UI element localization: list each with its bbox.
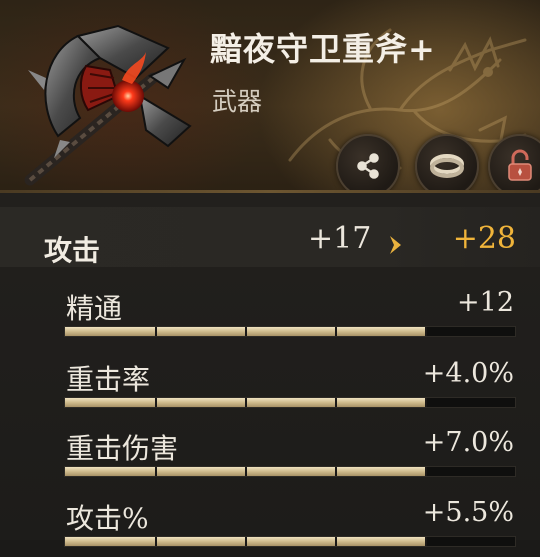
substat-row: 重击伤害 +7.0% xyxy=(62,427,518,487)
main-stat-row: 攻击 +17 +28 xyxy=(0,207,540,267)
attack-current-value: +17 xyxy=(308,221,372,256)
substat-value: +7.0% xyxy=(422,427,514,458)
substat-bar xyxy=(64,536,516,547)
bar-segment-divider xyxy=(245,327,247,336)
substat-value: +4.0% xyxy=(422,358,514,389)
substat-label: 精通 xyxy=(66,292,123,325)
item-header: 黯夜守卫重斧+ 武器 xyxy=(0,0,540,193)
bar-segment-divider xyxy=(155,467,157,476)
bar-segment-divider xyxy=(335,537,337,546)
bar-segment-divider xyxy=(425,398,427,407)
ring-icon xyxy=(430,154,464,178)
substat-row: 精通 +12 xyxy=(62,287,518,347)
substat-bar xyxy=(64,466,516,477)
item-name: 黯夜守卫重斧+ xyxy=(210,30,436,68)
bar-segment-divider xyxy=(425,327,427,336)
substat-bar xyxy=(64,397,516,408)
substat-value: +12 xyxy=(457,287,514,318)
lock-icon xyxy=(508,149,532,181)
substat-label: 攻击% xyxy=(66,502,149,535)
substat-row: 重击率 +4.0% xyxy=(62,358,518,418)
stats-panel: 攻击 +17 +28 精通 +12 重击率 +4.0% 重击伤害 +7.0% 攻… xyxy=(0,193,540,547)
bar-segment-divider xyxy=(425,467,427,476)
bar-segment-divider xyxy=(155,537,157,546)
arrow-right-icon xyxy=(390,236,401,254)
battle-axe-icon xyxy=(24,24,192,186)
substat-row: 攻击% +5.5% xyxy=(62,497,518,557)
attack-new-value: +28 xyxy=(452,221,516,256)
bar-segment-divider xyxy=(245,467,247,476)
item-type: 武器 xyxy=(212,87,263,116)
share-icon xyxy=(357,153,379,179)
substat-bar xyxy=(64,326,516,337)
bar-segment-divider xyxy=(335,467,337,476)
bar-segment-divider xyxy=(155,327,157,336)
substat-value: +5.5% xyxy=(422,497,514,528)
ring-button[interactable] xyxy=(415,134,479,193)
bar-segment-divider xyxy=(425,537,427,546)
bar-segment-divider xyxy=(155,398,157,407)
bar-segment-divider xyxy=(245,398,247,407)
attack-label: 攻击 xyxy=(44,234,101,267)
bar-segment-divider xyxy=(245,537,247,546)
substat-label: 重击伤害 xyxy=(66,432,179,465)
bar-segment-divider xyxy=(335,327,337,336)
share-button[interactable] xyxy=(336,134,400,193)
substat-label: 重击率 xyxy=(66,363,151,396)
bar-segment-divider xyxy=(335,398,337,407)
